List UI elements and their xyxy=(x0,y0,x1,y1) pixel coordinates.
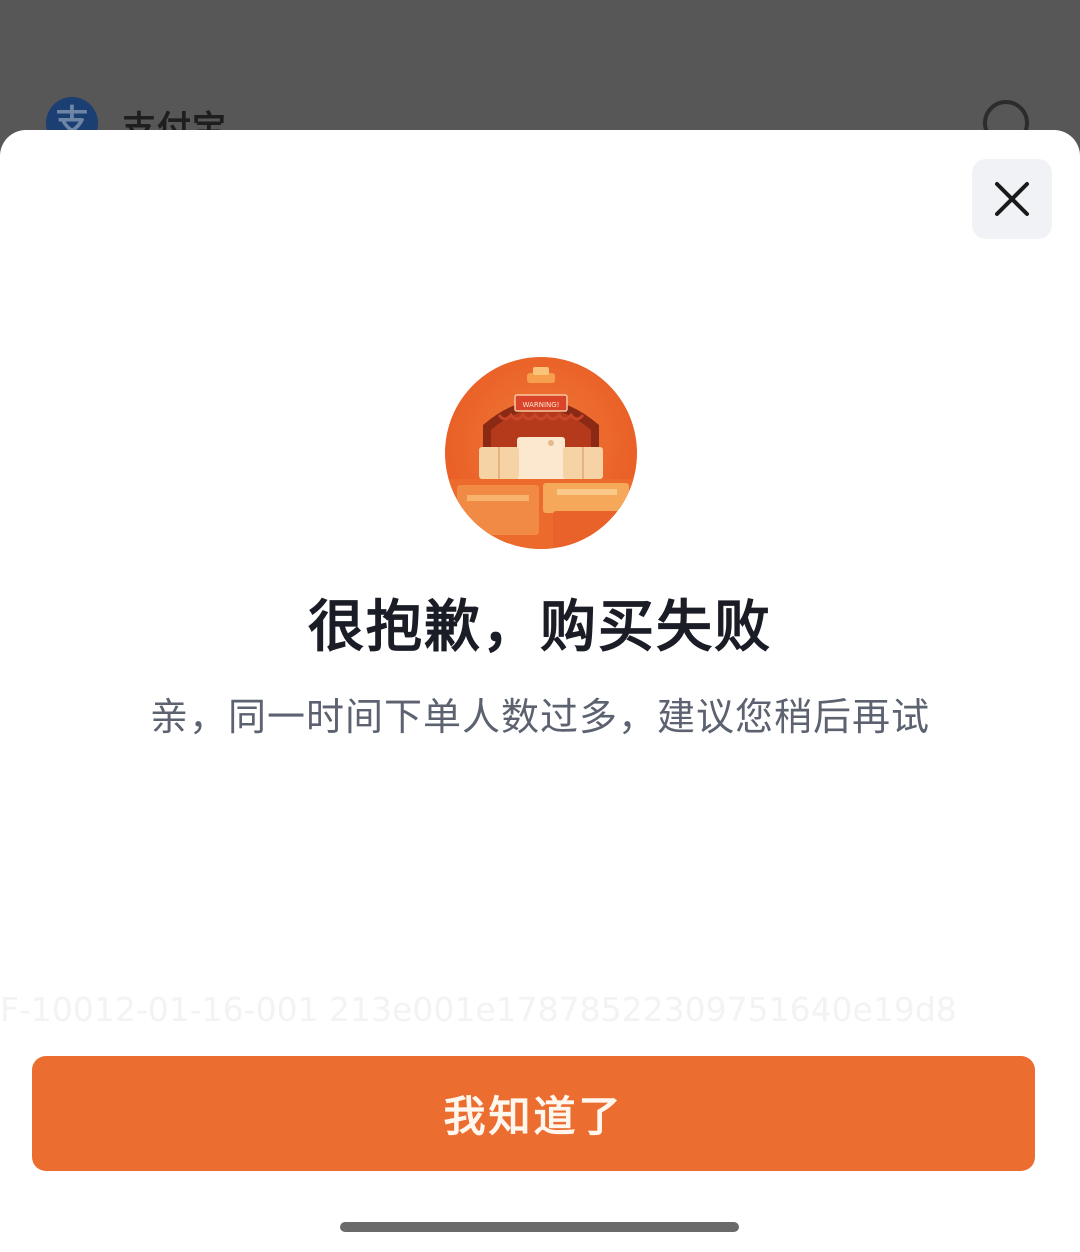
warning-package-illustration-icon: WARNING! xyxy=(445,357,637,549)
background-app-header: 支 支付宝 xyxy=(0,0,1080,149)
illustration-sign-text: WARNING! xyxy=(523,401,560,409)
dialog-title: 很抱歉，购买失败 xyxy=(308,595,772,660)
confirm-button[interactable]: 我知道了 xyxy=(32,1056,1035,1171)
close-icon xyxy=(995,182,1029,216)
close-button[interactable] xyxy=(972,159,1052,239)
dialog-message: 亲，同一时间下单人数过多，建议您稍后再试 xyxy=(149,695,930,739)
home-indicator xyxy=(340,1222,739,1232)
purchase-failed-sheet: WARNING! 很抱歉，购买失败 亲，同一时间下单人数过多，建议您稍后再试 F… xyxy=(0,130,1080,1252)
trace-id-text: F-10012-01-16-001 213e001e17878522309751… xyxy=(0,990,957,1029)
